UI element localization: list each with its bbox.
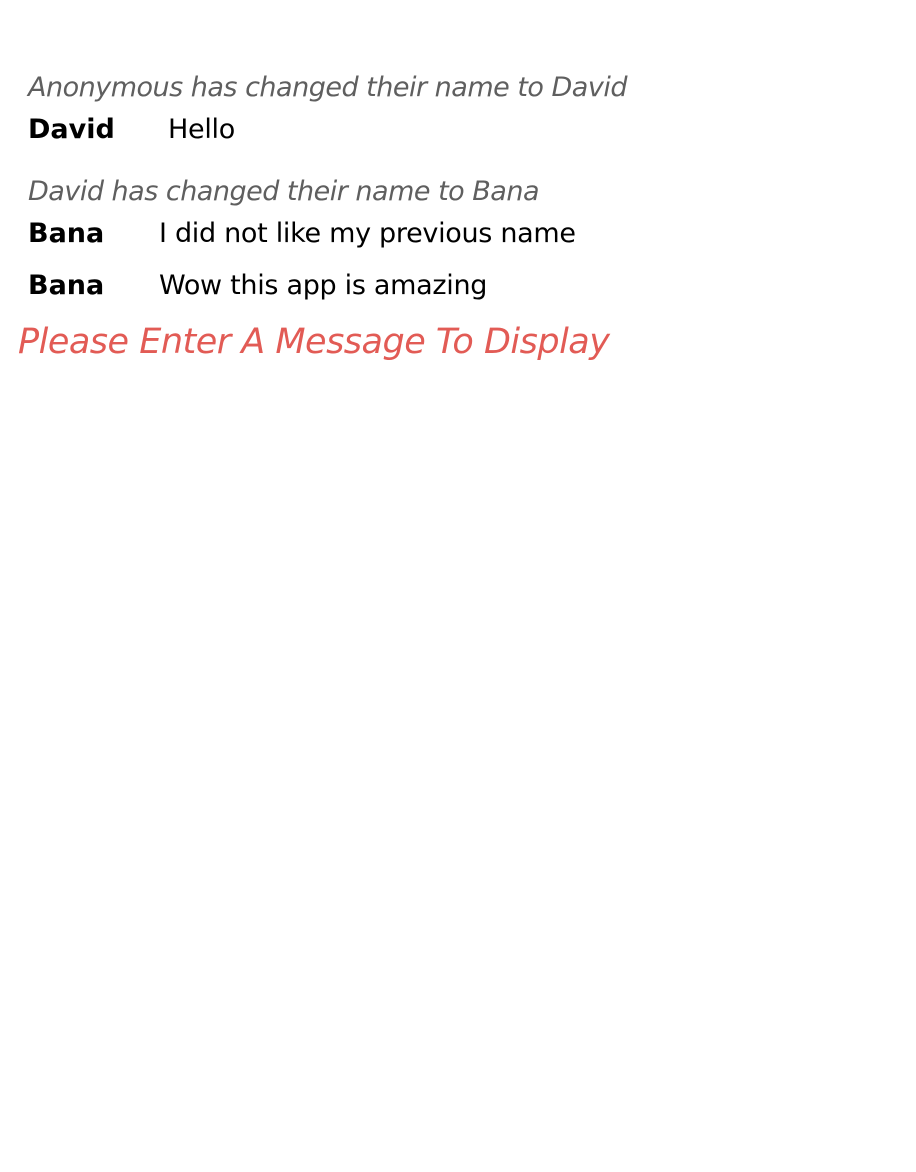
system-name-change-note: David has changed their name to Bana bbox=[28, 176, 540, 207]
message-author: David bbox=[28, 114, 115, 145]
message-author: Bana bbox=[28, 218, 105, 249]
system-name-change-note: Anonymous has changed their name to Davi… bbox=[28, 72, 627, 103]
message-author: Bana bbox=[28, 270, 105, 301]
message-text: Hello bbox=[168, 114, 235, 145]
error-message: Please Enter A Message To Display bbox=[18, 322, 610, 362]
message-text: Wow this app is amazing bbox=[159, 270, 488, 301]
message-text: I did not like my previous name bbox=[159, 218, 576, 249]
